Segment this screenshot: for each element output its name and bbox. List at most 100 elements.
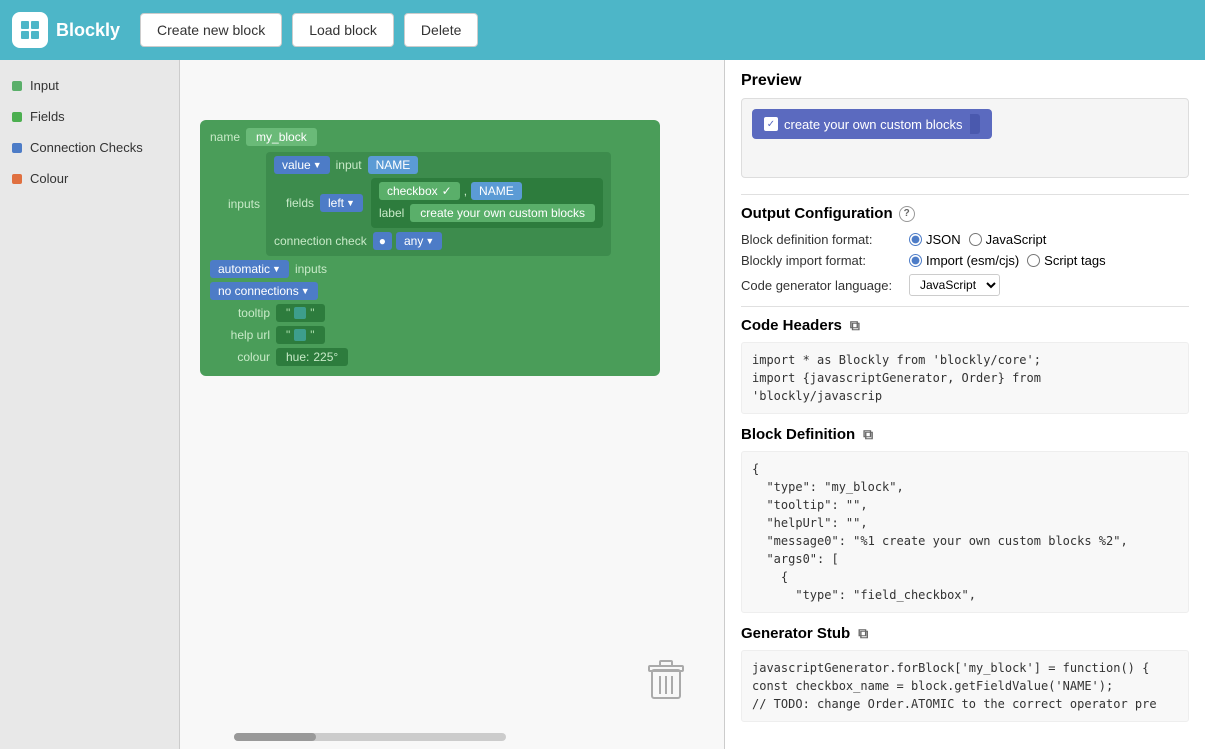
trash-icon[interactable] [648, 660, 684, 709]
connection-check-label: connection check [274, 234, 367, 248]
name-field-block: NAME [471, 182, 522, 200]
format-row: Block definition format: JSON JavaScript [741, 232, 1189, 247]
js-label: JavaScript [986, 232, 1047, 247]
workspace[interactable]: name my_block inputs value ▼ [180, 60, 725, 749]
divider-1 [741, 194, 1189, 195]
help-url-label: help url [210, 328, 270, 342]
code-line-1: import * as Blockly from 'blockly/core'; [752, 351, 1178, 369]
value-dropdown-block[interactable]: value ▼ [274, 156, 330, 174]
no-conn-arrow: ▼ [301, 286, 310, 296]
value-dropdown-arrow: ▼ [313, 160, 322, 170]
name-input-block: NAME [368, 156, 419, 174]
json-radio-label[interactable]: JSON [909, 232, 961, 247]
sidebar-dot-fields [12, 112, 22, 122]
no-connections-block[interactable]: no connections ▼ [210, 282, 318, 300]
esm-radio-label[interactable]: Import (esm/cjs) [909, 253, 1019, 268]
sidebar-item-fields[interactable]: Fields [0, 101, 179, 132]
colour-label: colour [210, 350, 270, 364]
sidebar-label-input: Input [30, 78, 59, 93]
main-layout: Input Fields Connection Checks Colour na… [0, 60, 1205, 749]
json-radio[interactable] [909, 233, 922, 246]
sidebar-dot-connection [12, 143, 22, 153]
left-dropdown-block[interactable]: left ▼ [320, 194, 363, 212]
sidebar-label-colour: Colour [30, 171, 68, 186]
script-radio-label[interactable]: Script tags [1027, 253, 1105, 268]
sidebar-dot-colour [12, 174, 22, 184]
code-line-2: import {javascriptGenerator, Order} from… [752, 369, 1178, 405]
script-label: Script tags [1044, 253, 1105, 268]
sidebar: Input Fields Connection Checks Colour [0, 60, 180, 749]
delete-button[interactable]: Delete [404, 13, 478, 47]
automatic-dropdown-block[interactable]: automatic ▼ [210, 260, 289, 278]
no-connections-row: no connections ▼ [210, 282, 650, 300]
preview-checkbox: ✓ [764, 117, 778, 131]
stub-line-1: javascriptGenerator.forBlock['my_block']… [752, 659, 1178, 677]
sidebar-item-colour[interactable]: Colour [0, 163, 179, 194]
copy-definition-icon[interactable]: ⧉ [863, 426, 873, 443]
tooltip-inner [294, 307, 306, 319]
preview-section: Preview ✓ create your own custom blocks [741, 72, 1189, 178]
logo-text: Blockly [56, 20, 120, 41]
tooltip-value-block[interactable]: " " [276, 304, 325, 322]
script-radio[interactable] [1027, 254, 1040, 267]
sidebar-item-connection-checks[interactable]: Connection Checks [0, 132, 179, 163]
stub-line-2: const checkbox_name = block.getFieldValu… [752, 677, 1178, 695]
preview-block: ✓ create your own custom blocks [752, 109, 992, 139]
output-config-title: Output Configuration ? [741, 205, 1189, 222]
checkbox-block: checkbox ✓ [379, 182, 460, 200]
main-block[interactable]: name my_block inputs value ▼ [200, 120, 660, 376]
preview-title: Preview [741, 72, 1189, 90]
sidebar-item-input[interactable]: Input [0, 70, 179, 101]
fields-row: fields left ▼ checkbox [274, 178, 603, 228]
comma: , [464, 184, 467, 198]
tooltip-label: tooltip [210, 306, 270, 320]
divider-2 [741, 306, 1189, 307]
left-dropdown-arrow: ▼ [346, 198, 355, 208]
stub-line-3: // TODO: change Order.ATOMIC to the corr… [752, 695, 1178, 713]
js-radio-label[interactable]: JavaScript [969, 232, 1047, 247]
code-headers-title: Code Headers ⧉ [741, 317, 1189, 334]
format-label: Block definition format: [741, 232, 901, 247]
sidebar-dot-input [12, 81, 22, 91]
horizontal-scrollbar[interactable] [234, 733, 506, 741]
load-block-button[interactable]: Load block [292, 13, 394, 47]
name-value: my_block [246, 128, 317, 146]
block-definition-code: { "type": "my_block", "tooltip": "", "he… [741, 451, 1189, 613]
hue-label: hue: [286, 350, 309, 364]
block-canvas: name my_block inputs value ▼ [200, 120, 660, 376]
scrollbar-thumb[interactable] [234, 733, 316, 741]
definition-pre: { "type": "my_block", "tooltip": "", "he… [752, 460, 1178, 604]
logo: Blockly [12, 12, 120, 48]
input-word: input [336, 158, 362, 172]
inputs-word: inputs [295, 262, 327, 276]
generator-lang-row: Code generator language: JavaScript Pyth… [741, 274, 1189, 296]
label-row: label create your own custom blocks [379, 204, 595, 222]
help-url-value-block[interactable]: " " [276, 326, 325, 344]
any-dropdown-block[interactable]: any ▼ [396, 232, 442, 250]
colour-row: colour hue: 225° [210, 348, 650, 366]
copy-headers-icon[interactable]: ⧉ [850, 317, 860, 334]
esm-radio[interactable] [909, 254, 922, 267]
block-definition-title: Block Definition ⧉ [741, 426, 1189, 443]
create-new-block-button[interactable]: Create new block [140, 13, 282, 47]
colour-value-block[interactable]: hue: 225° [276, 348, 348, 366]
preview-block-text: create your own custom blocks [784, 117, 962, 132]
code-headers-block: import * as Blockly from 'blockly/core';… [741, 342, 1189, 414]
help-url-row: help url " " [210, 326, 650, 344]
preview-block-end [970, 114, 980, 134]
value-input-row: value ▼ input NAME [274, 156, 603, 174]
import-row: Blockly import format: Import (esm/cjs) … [741, 253, 1189, 268]
copy-stub-icon[interactable]: ⧉ [858, 625, 868, 642]
help-icon[interactable]: ? [899, 206, 915, 222]
name-row: name my_block [210, 128, 650, 146]
inputs-label: inputs [210, 197, 260, 211]
generator-label: Code generator language: [741, 278, 901, 293]
js-radio[interactable] [969, 233, 982, 246]
fields-subblock: checkbox ✓ , NAME label create your ow [371, 178, 603, 228]
label-word: label [379, 206, 404, 220]
inputs-row: inputs value ▼ input NAME [210, 152, 650, 256]
label-text-block: create your own custom blocks [410, 204, 595, 222]
hue-value: 225° [313, 350, 338, 364]
generator-select[interactable]: JavaScript Python Dart Lua PHP [909, 274, 1000, 296]
output-config-section: Output Configuration ? Block definition … [741, 205, 1189, 296]
